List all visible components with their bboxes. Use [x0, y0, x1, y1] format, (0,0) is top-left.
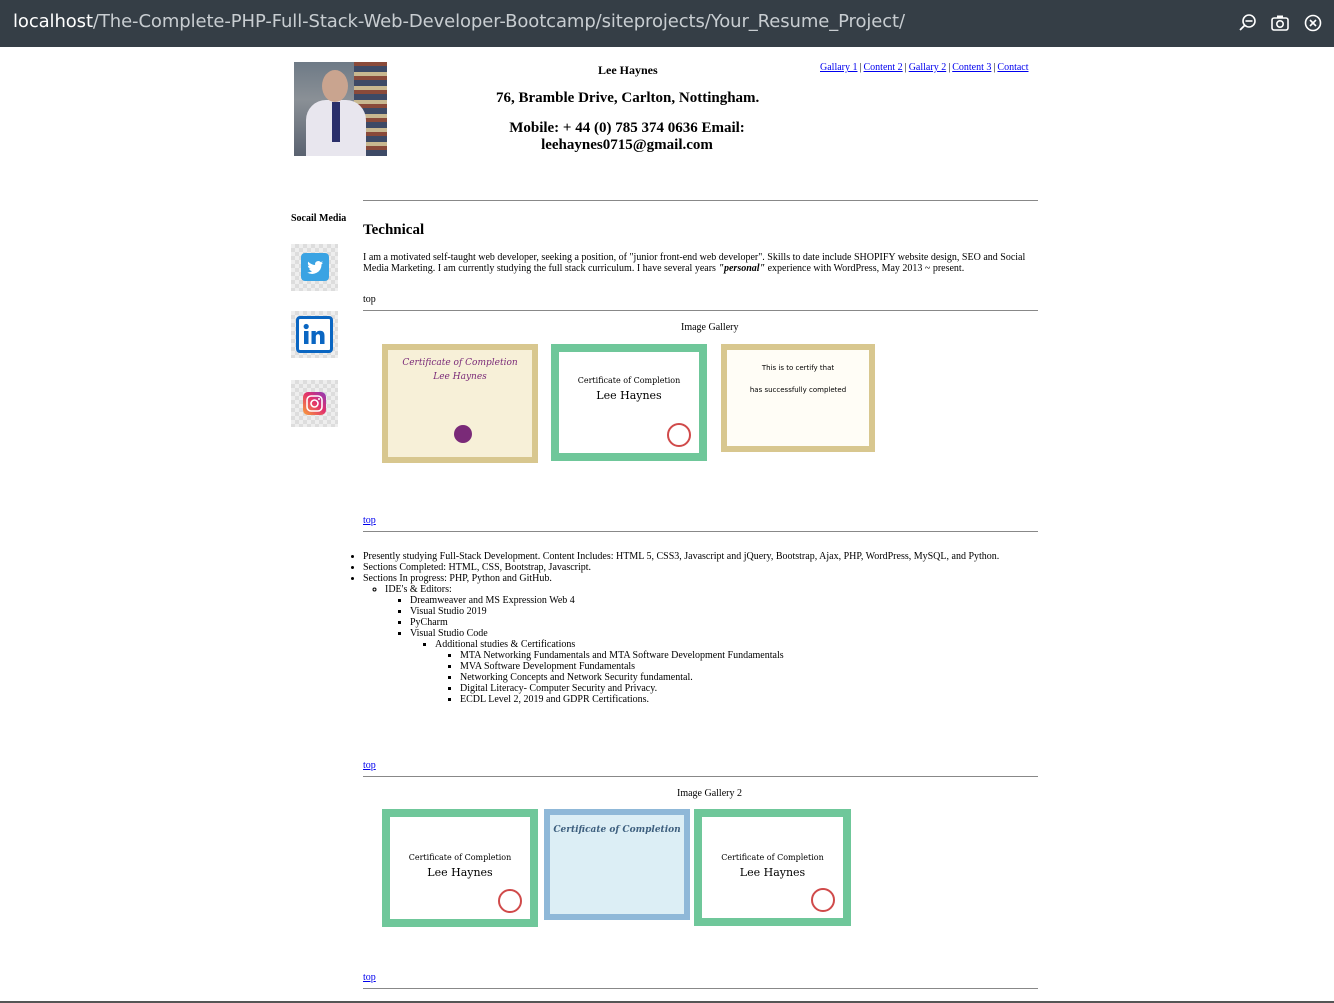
contact-mobile-line: Mobile: + 44 (0) 785 374 0636 Email:	[509, 120, 745, 136]
list-item: MTA Networking Fundamentals and MTA Soft…	[460, 650, 999, 661]
zoom-out-icon[interactable]	[1238, 13, 1258, 33]
divider	[363, 988, 1038, 989]
address-bar[interactable]: localhost/The-Complete-PHP-Full-Stack-We…	[13, 11, 905, 32]
list-item: Dreamweaver and MS Expression Web 4	[410, 595, 999, 606]
instagram-link[interactable]	[291, 380, 338, 427]
close-icon[interactable]	[1303, 13, 1323, 33]
url-path: /The-Complete-PHP-Full-Stack-Web-Develop…	[92, 11, 905, 32]
top-link[interactable]: top	[363, 972, 376, 983]
top-link[interactable]: top	[363, 515, 376, 526]
list-item: Sections Completed: HTML, CSS, Bootstrap…	[363, 562, 999, 573]
list-item: Networking Concepts and Network Security…	[460, 672, 999, 683]
nav-gallary-1[interactable]: Gallary 1	[820, 62, 858, 73]
top-nav: Gallary 1 | Content 2 | Gallary 2 | Content 3 |…	[820, 62, 1029, 73]
gallery-2-cert-1[interactable]: Certificate of Completion Lee Haynes	[382, 809, 538, 927]
top-anchor-label: top	[363, 294, 376, 305]
twitter-link[interactable]	[291, 244, 338, 291]
list-item: ECDL Level 2, 2019 and GDPR Certificatio…	[460, 694, 999, 705]
list-item: Digital Literacy- Computer Security and …	[460, 683, 999, 694]
profile-photo	[294, 62, 387, 156]
twitter-icon	[301, 253, 329, 281]
social-media-title: Socail Media	[291, 213, 347, 224]
top-link[interactable]: top	[363, 760, 376, 771]
list-item: Additional studies & Certifications MTA …	[435, 639, 999, 705]
divider	[363, 531, 1038, 532]
resume-contact: Mobile: + 44 (0) 785 374 0636 Email: lee…	[480, 120, 774, 154]
nav-gallary-2[interactable]: Gallary 2	[909, 62, 947, 73]
camera-icon[interactable]	[1270, 13, 1290, 33]
list-item: Sections In progress: PHP, Python and Gi…	[363, 573, 999, 584]
list-item: PyCharm	[410, 617, 999, 628]
instagram-icon	[303, 392, 326, 415]
gallery-2-cert-2[interactable]: Certificate of Completion	[544, 809, 690, 920]
technical-heading: Technical	[363, 222, 425, 238]
list-item: Visual Studio 2019	[410, 606, 999, 617]
list-item: IDE's & Editors: Dreamweaver and MS Expr…	[385, 584, 999, 705]
gallery-1-cert-3[interactable]: This is to certify that has successfully…	[721, 344, 875, 452]
nav-contact[interactable]: Contact	[997, 62, 1028, 73]
gallery-1-cert-2[interactable]: Certificate of Completion Lee Haynes	[551, 344, 707, 461]
browser-toolbar: localhost/The-Complete-PHP-Full-Stack-We…	[0, 0, 1334, 47]
divider	[363, 200, 1038, 201]
technical-paragraph: I am a motivated self-taught web develop…	[363, 252, 1026, 274]
divider	[363, 310, 1038, 311]
linkedin-icon	[296, 316, 333, 353]
gallery-1-caption: Image Gallery	[681, 322, 739, 333]
gallery-2-cert-3[interactable]: Certificate of Completion Lee Haynes	[694, 809, 851, 926]
list-item: Visual Studio Code Additional studies & …	[410, 628, 999, 705]
skills-list: Presently studying Full-Stack Developmen…	[340, 551, 999, 705]
nav-content-3[interactable]: Content 3	[952, 62, 991, 73]
contact-email: leehaynes0715@gmail.com	[541, 137, 713, 153]
nav-content-2[interactable]: Content 2	[864, 62, 903, 73]
gallery-2-caption: Image Gallery 2	[677, 788, 742, 799]
gallery-1-cert-1[interactable]: Certificate of Completion Lee Haynes	[382, 344, 538, 463]
linkedin-link[interactable]	[291, 311, 338, 358]
list-item: Presently studying Full-Stack Developmen…	[363, 551, 999, 562]
list-item: MVA Software Development Fundamentals	[460, 661, 999, 672]
resume-name: Lee Haynes	[598, 63, 658, 77]
resume-address: 76, Bramble Drive, Carlton, Nottingham.	[496, 90, 760, 106]
divider	[363, 776, 1038, 777]
url-host: localhost	[13, 11, 93, 32]
